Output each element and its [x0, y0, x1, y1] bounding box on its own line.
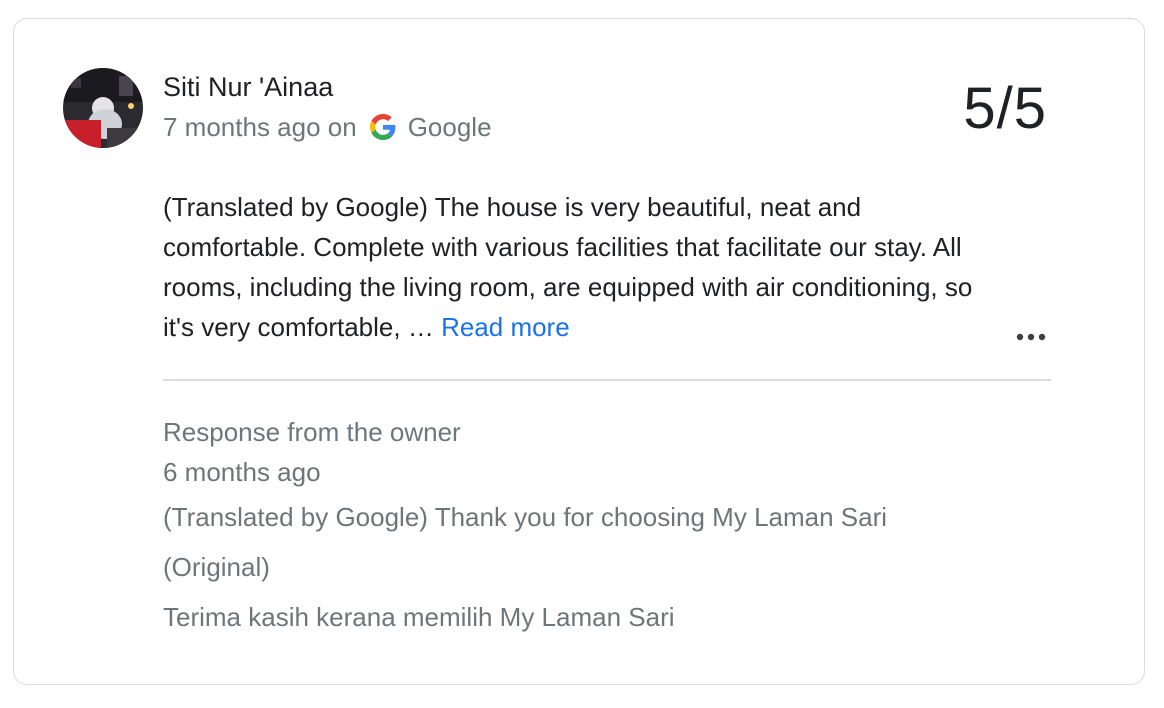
- divider: [163, 379, 1051, 381]
- google-icon: [369, 114, 396, 140]
- more-options-icon[interactable]: [1013, 327, 1049, 347]
- owner-response-original: Terima kasih kerana memilih My Laman Sar…: [163, 602, 675, 632]
- owner-response: Response from the owner 6 months ago (Tr…: [163, 412, 887, 642]
- rating-score: 5/5: [963, 76, 1047, 141]
- owner-response-heading: Response from the owner: [163, 417, 461, 447]
- review-card: Siti Nur 'Ainaa 7 months ago on Google 5…: [13, 18, 1145, 685]
- review-text: (Translated by Google) The house is very…: [163, 187, 993, 347]
- read-more-link[interactable]: Read more: [441, 312, 570, 342]
- owner-response-original-label: (Original): [163, 552, 270, 582]
- owner-response-translated: (Translated by Google) Thank you for cho…: [163, 502, 888, 532]
- avatar[interactable]: [63, 68, 143, 148]
- review-time: 7 months ago on: [163, 111, 357, 142]
- avatar-photo: [63, 68, 143, 148]
- reviewer-name[interactable]: Siti Nur 'Ainaa: [163, 71, 333, 103]
- owner-response-time: 6 months ago: [163, 457, 321, 487]
- review-source: Google: [407, 111, 492, 142]
- review-meta: 7 months ago on Google: [163, 111, 492, 143]
